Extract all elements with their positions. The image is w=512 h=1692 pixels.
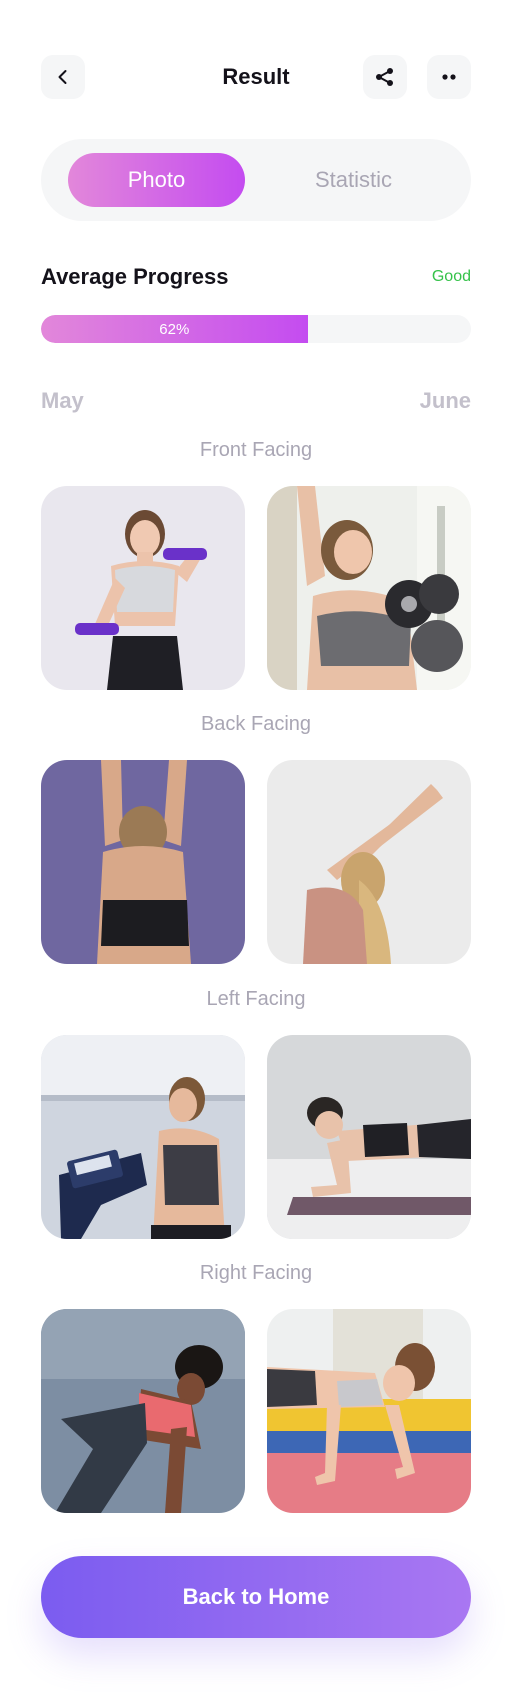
more-button[interactable]: [427, 55, 471, 99]
woman-stretching-outdoor-photo: [41, 1309, 245, 1513]
share-icon: [376, 68, 393, 86]
woman-dumbbells-photo: [41, 486, 245, 690]
progress-status: Good: [431, 268, 471, 285]
photo-left-june[interactable]: [267, 1035, 471, 1239]
photo-right-may[interactable]: [41, 1309, 245, 1513]
woman-exercise-bike-photo: [41, 1035, 245, 1239]
section-label-back: Back Facing: [200, 713, 312, 735]
back-to-home-button[interactable]: Back to Home: [41, 1556, 471, 1638]
photo-front-june[interactable]: [267, 486, 471, 690]
view-toggle: Photo Statistic: [41, 139, 471, 221]
section-label-front: Front Facing: [199, 439, 313, 461]
woman-pushup-photo: [267, 1309, 471, 1513]
photo-front-may[interactable]: [41, 486, 245, 690]
tab-photo[interactable]: Photo: [68, 153, 245, 207]
month-end: June: [419, 388, 471, 413]
progress-fill: 62%: [41, 315, 308, 343]
woman-back-stretch-photo: [41, 760, 245, 964]
photo-back-may[interactable]: [41, 760, 245, 964]
woman-side-stretch-photo: [267, 760, 471, 964]
photo-right-june[interactable]: [267, 1309, 471, 1513]
tab-statistic[interactable]: Statistic: [265, 153, 442, 207]
month-start: May: [41, 388, 84, 413]
photo-left-may[interactable]: [41, 1035, 245, 1239]
share-button[interactable]: [363, 55, 407, 99]
photo-back-june[interactable]: [267, 760, 471, 964]
progress-bar: 62%: [41, 315, 471, 343]
woman-plank-photo: [267, 1035, 471, 1239]
section-label-left: Left Facing: [206, 988, 306, 1010]
more-dots-icon: [442, 74, 456, 80]
progress-value: 62%: [159, 320, 190, 338]
progress-title: Average Progress: [41, 264, 229, 289]
woman-dumbbell-gym-photo: [267, 486, 471, 690]
section-label-right: Right Facing: [199, 1262, 313, 1284]
